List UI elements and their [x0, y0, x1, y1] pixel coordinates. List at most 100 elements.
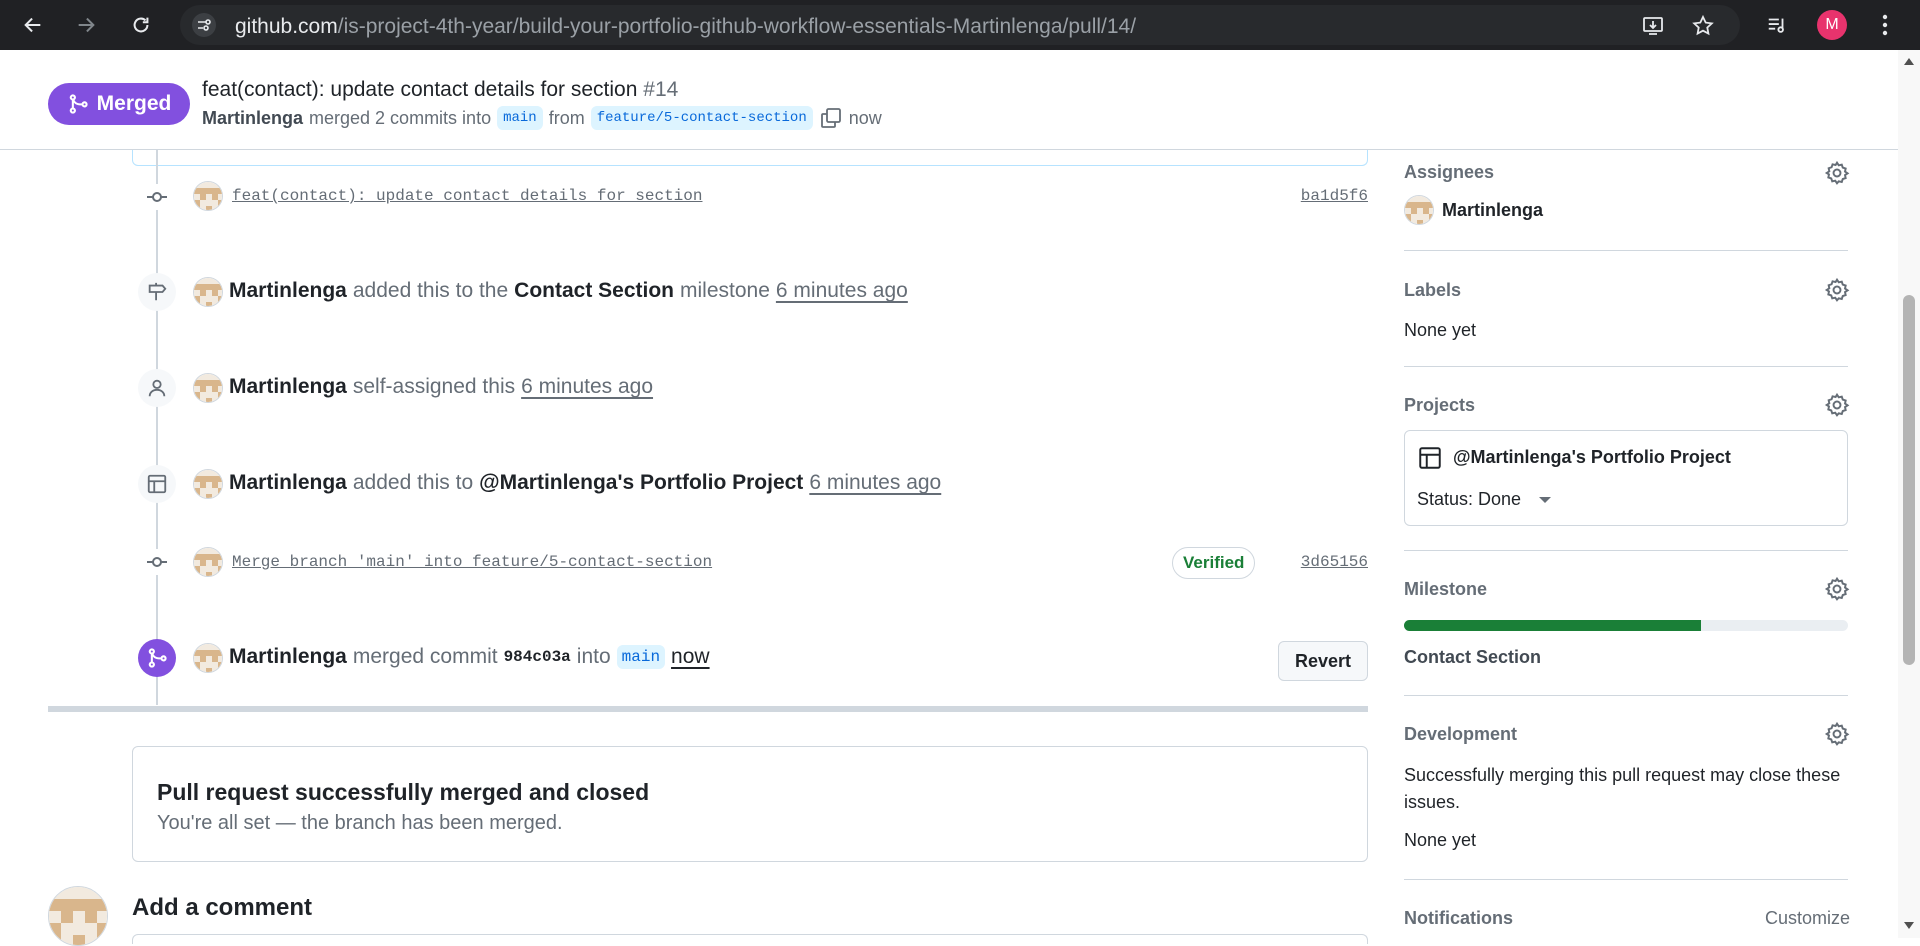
- event-text: merged commit: [352, 645, 498, 668]
- scroll-down-arrow[interactable]: [1904, 922, 1914, 929]
- previous-event-box: [132, 150, 1368, 166]
- milestone-icon: [138, 273, 176, 311]
- pr-time[interactable]: now: [849, 108, 882, 129]
- chevron-down-icon: [1539, 496, 1552, 503]
- event-author-link[interactable]: Martinlenga: [229, 375, 347, 399]
- gear-icon[interactable]: [1824, 392, 1850, 418]
- avatar[interactable]: [193, 373, 223, 403]
- project-table-icon: [1417, 445, 1443, 471]
- install-app-icon[interactable]: [1640, 13, 1666, 39]
- event-author-link[interactable]: Martinlenga: [229, 279, 347, 303]
- event-text: milestone: [680, 279, 770, 302]
- projects-title[interactable]: Projects: [1404, 395, 1475, 416]
- pr-author-link[interactable]: Martinlenga: [202, 108, 303, 129]
- scrollbar-thumb[interactable]: [1903, 295, 1915, 665]
- person-icon: [138, 369, 176, 407]
- url-text[interactable]: github.com/is-project-4th-year/build-you…: [235, 15, 1136, 39]
- address-bar[interactable]: github.com/is-project-4th-year/build-you…: [180, 5, 1740, 45]
- project-status-value: Status: Done: [1417, 489, 1522, 509]
- media-control-icon[interactable]: [1764, 12, 1790, 38]
- gear-icon[interactable]: [1824, 277, 1850, 303]
- assignees-title[interactable]: Assignees: [1404, 162, 1494, 183]
- commit-sha-link[interactable]: 3d65156: [1301, 553, 1368, 571]
- merged-label: Merged: [96, 92, 172, 115]
- avatar[interactable]: [193, 277, 223, 307]
- event-author-link[interactable]: Martinlenga: [229, 471, 347, 495]
- labels-title[interactable]: Labels: [1404, 280, 1461, 301]
- commit-message-link[interactable]: feat(contact): update contact details fo…: [232, 187, 702, 205]
- scroll-up-arrow[interactable]: [1904, 58, 1914, 65]
- pr-title: feat(contact): update contact details fo…: [202, 78, 678, 102]
- profile-avatar[interactable]: M: [1817, 10, 1847, 40]
- bookmark-star-icon[interactable]: [1690, 13, 1716, 39]
- assignee-name: Martinlenga: [1442, 199, 1544, 220]
- customize-link[interactable]: Customize: [1765, 908, 1850, 929]
- project-status-dropdown[interactable]: Status: Done: [1417, 489, 1552, 510]
- development-description: Successfully merging this pull request m…: [1404, 765, 1841, 812]
- milestone-event: Martinlenga added this to the Contact Se…: [229, 279, 908, 303]
- event-text: added this to the: [352, 279, 509, 302]
- assignees-section: Assignees Martinlenga: [1404, 150, 1850, 251]
- merge-divider: [48, 706, 1368, 712]
- comment-editor[interactable]: [132, 934, 1368, 944]
- page-scrollbar[interactable]: [1898, 50, 1920, 938]
- commit-icon: [144, 184, 170, 210]
- avatar[interactable]: [193, 181, 223, 211]
- back-icon[interactable]: [20, 12, 46, 38]
- project-name-link[interactable]: @Martinlenga's Portfolio Project: [1453, 447, 1731, 468]
- project-link[interactable]: @Martinlenga's Portfolio Project: [479, 471, 803, 495]
- project-table-icon: [138, 465, 176, 503]
- milestone-title[interactable]: Milestone: [1404, 579, 1487, 600]
- avatar[interactable]: [193, 469, 223, 499]
- assignee-item[interactable]: Martinlenga: [1404, 195, 1543, 225]
- event-author-link[interactable]: Martinlenga: [229, 645, 347, 669]
- site-info-icon[interactable]: [192, 13, 216, 37]
- merge-target-branch[interactable]: main: [616, 645, 666, 669]
- commit-icon: [144, 549, 170, 575]
- gear-icon[interactable]: [1824, 721, 1850, 747]
- forward-icon[interactable]: [73, 12, 99, 38]
- revert-button[interactable]: Revert: [1278, 641, 1368, 681]
- reload-icon[interactable]: [128, 12, 154, 38]
- event-time-link[interactable]: 6 minutes ago: [809, 471, 941, 495]
- pr-meta: Martinlenga merged 2 commits into main f…: [202, 106, 882, 130]
- merged-heading: Pull request successfully merged and clo…: [157, 779, 650, 805]
- merged-status-box: Pull request successfully merged and clo…: [132, 746, 1368, 862]
- event-text: self-assigned this: [352, 375, 516, 398]
- event-time-link[interactable]: now: [671, 645, 710, 669]
- more-menu-icon[interactable]: [1873, 12, 1897, 43]
- avatar[interactable]: [193, 643, 223, 673]
- milestone-progress-bar: [1404, 620, 1848, 631]
- avatar[interactable]: [193, 547, 223, 577]
- commit-sha-link[interactable]: ba1d5f6: [1301, 187, 1368, 205]
- event-text: into: [576, 645, 611, 668]
- merge-commit-sha[interactable]: 984c03a: [504, 648, 571, 666]
- milestone-name-link[interactable]: Contact Section: [1404, 647, 1541, 668]
- development-section: Development Successfully merging this pu…: [1404, 696, 1850, 880]
- verified-badge[interactable]: Verified: [1172, 547, 1256, 579]
- milestone-link[interactable]: Contact Section: [514, 279, 674, 303]
- project-card: @Martinlenga's Portfolio Project Status:…: [1404, 430, 1848, 526]
- gear-icon[interactable]: [1824, 160, 1850, 186]
- pr-number: #14: [643, 78, 679, 101]
- project-event: Martinlenga added this to @Martinlenga's…: [229, 471, 941, 495]
- labels-value: None yet: [1404, 320, 1477, 340]
- merged-subtext: You're all set — the branch has been mer…: [157, 812, 563, 834]
- base-branch[interactable]: main: [497, 106, 543, 130]
- merge-icon: [69, 94, 88, 114]
- event-time-link[interactable]: 6 minutes ago: [521, 375, 653, 399]
- assign-event: Martinlenga self-assigned this 6 minutes…: [229, 375, 653, 399]
- from-text: from: [548, 107, 585, 128]
- avatar[interactable]: [48, 886, 108, 946]
- gear-icon[interactable]: [1824, 576, 1850, 602]
- timeline-line: [156, 150, 158, 705]
- head-branch[interactable]: feature/5-contact-section: [590, 106, 813, 130]
- merge-event: Martinlenga merged commit 984c03a into m…: [229, 645, 710, 669]
- event-time-link[interactable]: 6 minutes ago: [776, 279, 908, 303]
- pr-title-text: feat(contact): update contact details fo…: [202, 78, 638, 101]
- copy-icon[interactable]: [819, 106, 843, 130]
- development-title[interactable]: Development: [1404, 724, 1517, 745]
- pr-sticky-header: Merged feat(contact): update contact det…: [0, 50, 1898, 150]
- merge-icon: [138, 639, 176, 677]
- commit-message-link[interactable]: Merge branch 'main' into feature/5-conta…: [232, 553, 712, 571]
